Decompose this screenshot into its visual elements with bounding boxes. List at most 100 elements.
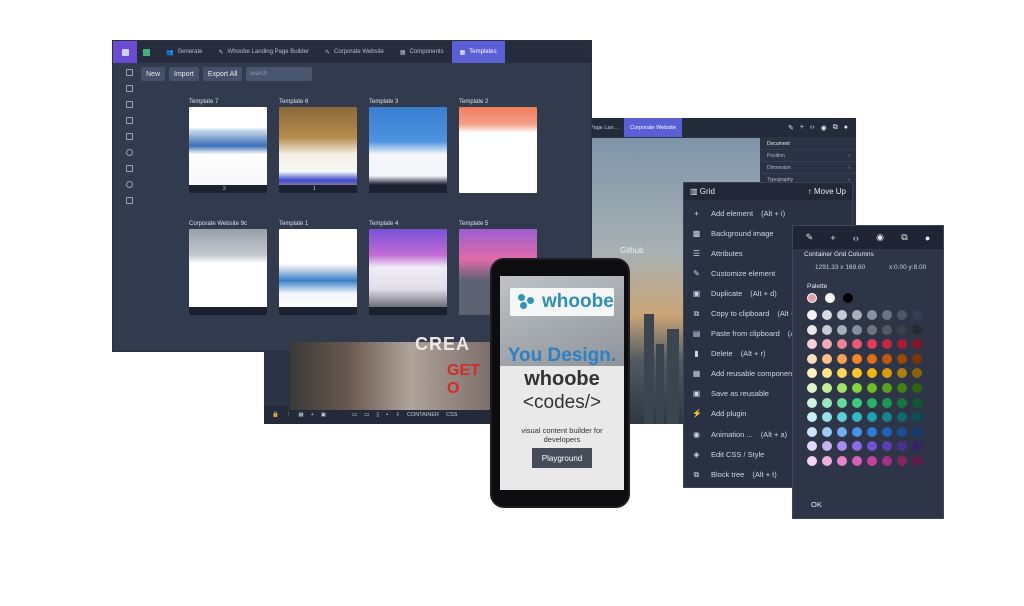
color-swatch[interactable] [837,383,847,393]
color-swatch[interactable] [912,456,922,466]
blocks-icon[interactable]: ▣ [321,412,326,418]
black-swatch[interactable] [843,293,853,303]
tab-templates[interactable]: ▦ Templates [451,41,505,63]
plus-icon[interactable]: + [830,233,835,243]
color-swatch[interactable] [807,353,817,364]
sidebar-icon-1[interactable] [125,69,133,76]
color-swatch[interactable] [897,324,907,335]
sidebar-icon-9[interactable] [125,197,133,204]
color-swatch[interactable] [882,426,892,437]
color-swatch[interactable] [912,426,922,437]
color-swatch[interactable] [807,383,817,393]
color-swatch[interactable] [822,353,832,364]
color-swatch[interactable] [837,324,847,335]
color-swatch[interactable] [837,310,847,320]
color-swatch[interactable] [867,339,877,350]
tab-corporate-website[interactable]: Corporate Website [624,118,682,137]
color-swatch[interactable] [867,324,877,335]
template-card[interactable]: Template 1 [279,221,357,315]
color-swatch[interactable] [822,324,832,335]
color-swatch[interactable] [882,397,892,408]
color-swatch[interactable] [912,324,922,335]
color-swatch[interactable] [837,412,847,423]
color-swatch[interactable] [912,383,922,393]
desktop-icon[interactable]: ▭ [352,412,357,418]
color-swatch[interactable] [852,324,862,335]
color-swatch[interactable] [807,324,817,335]
tab-landing-builder[interactable]: ✎ Whoobe Landing Page Builder [211,41,317,63]
color-swatch[interactable] [912,441,922,452]
tree-icon[interactable]: ⧉ [901,232,907,243]
color-swatch[interactable] [882,412,892,423]
color-swatch[interactable] [807,426,817,437]
ok-button[interactable]: OK [811,500,822,509]
color-swatch[interactable] [852,353,862,364]
color-swatch[interactable] [822,339,832,350]
color-swatch[interactable] [852,412,862,423]
laptop-icon[interactable]: ▭ [364,412,369,418]
sidebar-icon-4[interactable] [125,117,133,124]
sidebar-icon-3[interactable] [125,101,133,108]
color-swatch[interactable] [837,339,847,350]
grid-icon[interactable]: ▦ [298,412,303,418]
color-swatch[interactable] [837,456,847,466]
download-icon[interactable]: ● [925,233,930,243]
color-swatch[interactable] [867,426,877,437]
move-up-button[interactable]: ↑ Move Up [808,187,846,196]
color-swatch[interactable] [867,412,877,423]
color-swatch[interactable] [897,383,907,393]
color-swatch[interactable] [867,441,877,452]
color-swatch[interactable] [897,426,907,437]
color-swatch[interactable] [837,353,847,364]
new-button[interactable]: New [141,67,166,81]
tree-icon[interactable]: ⧉ [833,124,838,132]
color-swatch[interactable] [852,368,862,379]
color-swatch[interactable] [912,339,922,350]
save-icon[interactable]: ▪ [386,412,388,418]
white-swatch[interactable] [825,293,835,303]
sidebar-icon-2[interactable] [125,85,133,92]
color-swatch[interactable] [912,368,922,379]
pen-icon[interactable]: ✎ [788,124,794,132]
color-swatch[interactable] [852,426,862,437]
doc-row-position[interactable]: Position › [761,150,856,162]
tab-vue[interactable] [137,41,158,63]
sidebar-icon-7[interactable] [125,165,133,172]
color-swatch[interactable] [897,339,907,350]
menu-add-element[interactable]: + Add element (Alt + i) [684,203,852,223]
color-swatch[interactable] [807,441,817,452]
color-swatch[interactable] [807,412,817,423]
color-swatch[interactable] [897,368,907,379]
color-swatch[interactable] [867,397,877,408]
color-swatch[interactable] [882,339,892,350]
color-swatch[interactable] [822,310,832,320]
template-card[interactable]: Template 3 [369,99,447,193]
mobile-icon[interactable]: ▯ [376,412,379,418]
tab-components[interactable]: ▦ Components [392,41,452,63]
tab-corporate[interactable]: ✎ Corporate Website [317,41,392,63]
download-icon[interactable]: ● [844,124,848,132]
more-icon[interactable]: ⋮ [286,412,292,418]
color-swatch[interactable] [852,441,862,452]
plus-icon[interactable]: + [800,124,804,132]
color-swatch[interactable] [807,397,817,408]
css-label[interactable]: CSS [446,412,457,418]
color-swatch[interactable] [912,310,922,320]
color-swatch[interactable] [822,397,832,408]
color-swatch[interactable] [822,426,832,437]
color-swatch[interactable] [837,426,847,437]
color-swatch[interactable] [882,310,892,320]
color-swatch[interactable] [807,339,817,350]
playground-button[interactable]: Playground [532,448,592,468]
color-swatch[interactable] [882,368,892,379]
color-swatch[interactable] [807,310,817,320]
color-swatch[interactable] [822,368,832,379]
color-swatch[interactable] [882,324,892,335]
doc-row-dimension[interactable]: Dimension › [761,162,856,174]
color-swatch[interactable] [897,456,907,466]
code-icon[interactable]: ‹› [853,233,859,243]
color-swatch[interactable] [867,310,877,320]
target-icon[interactable]: ◉ [821,124,827,132]
color-swatch[interactable] [822,412,832,423]
tab-generate[interactable]: 👥 Generate [158,41,211,63]
